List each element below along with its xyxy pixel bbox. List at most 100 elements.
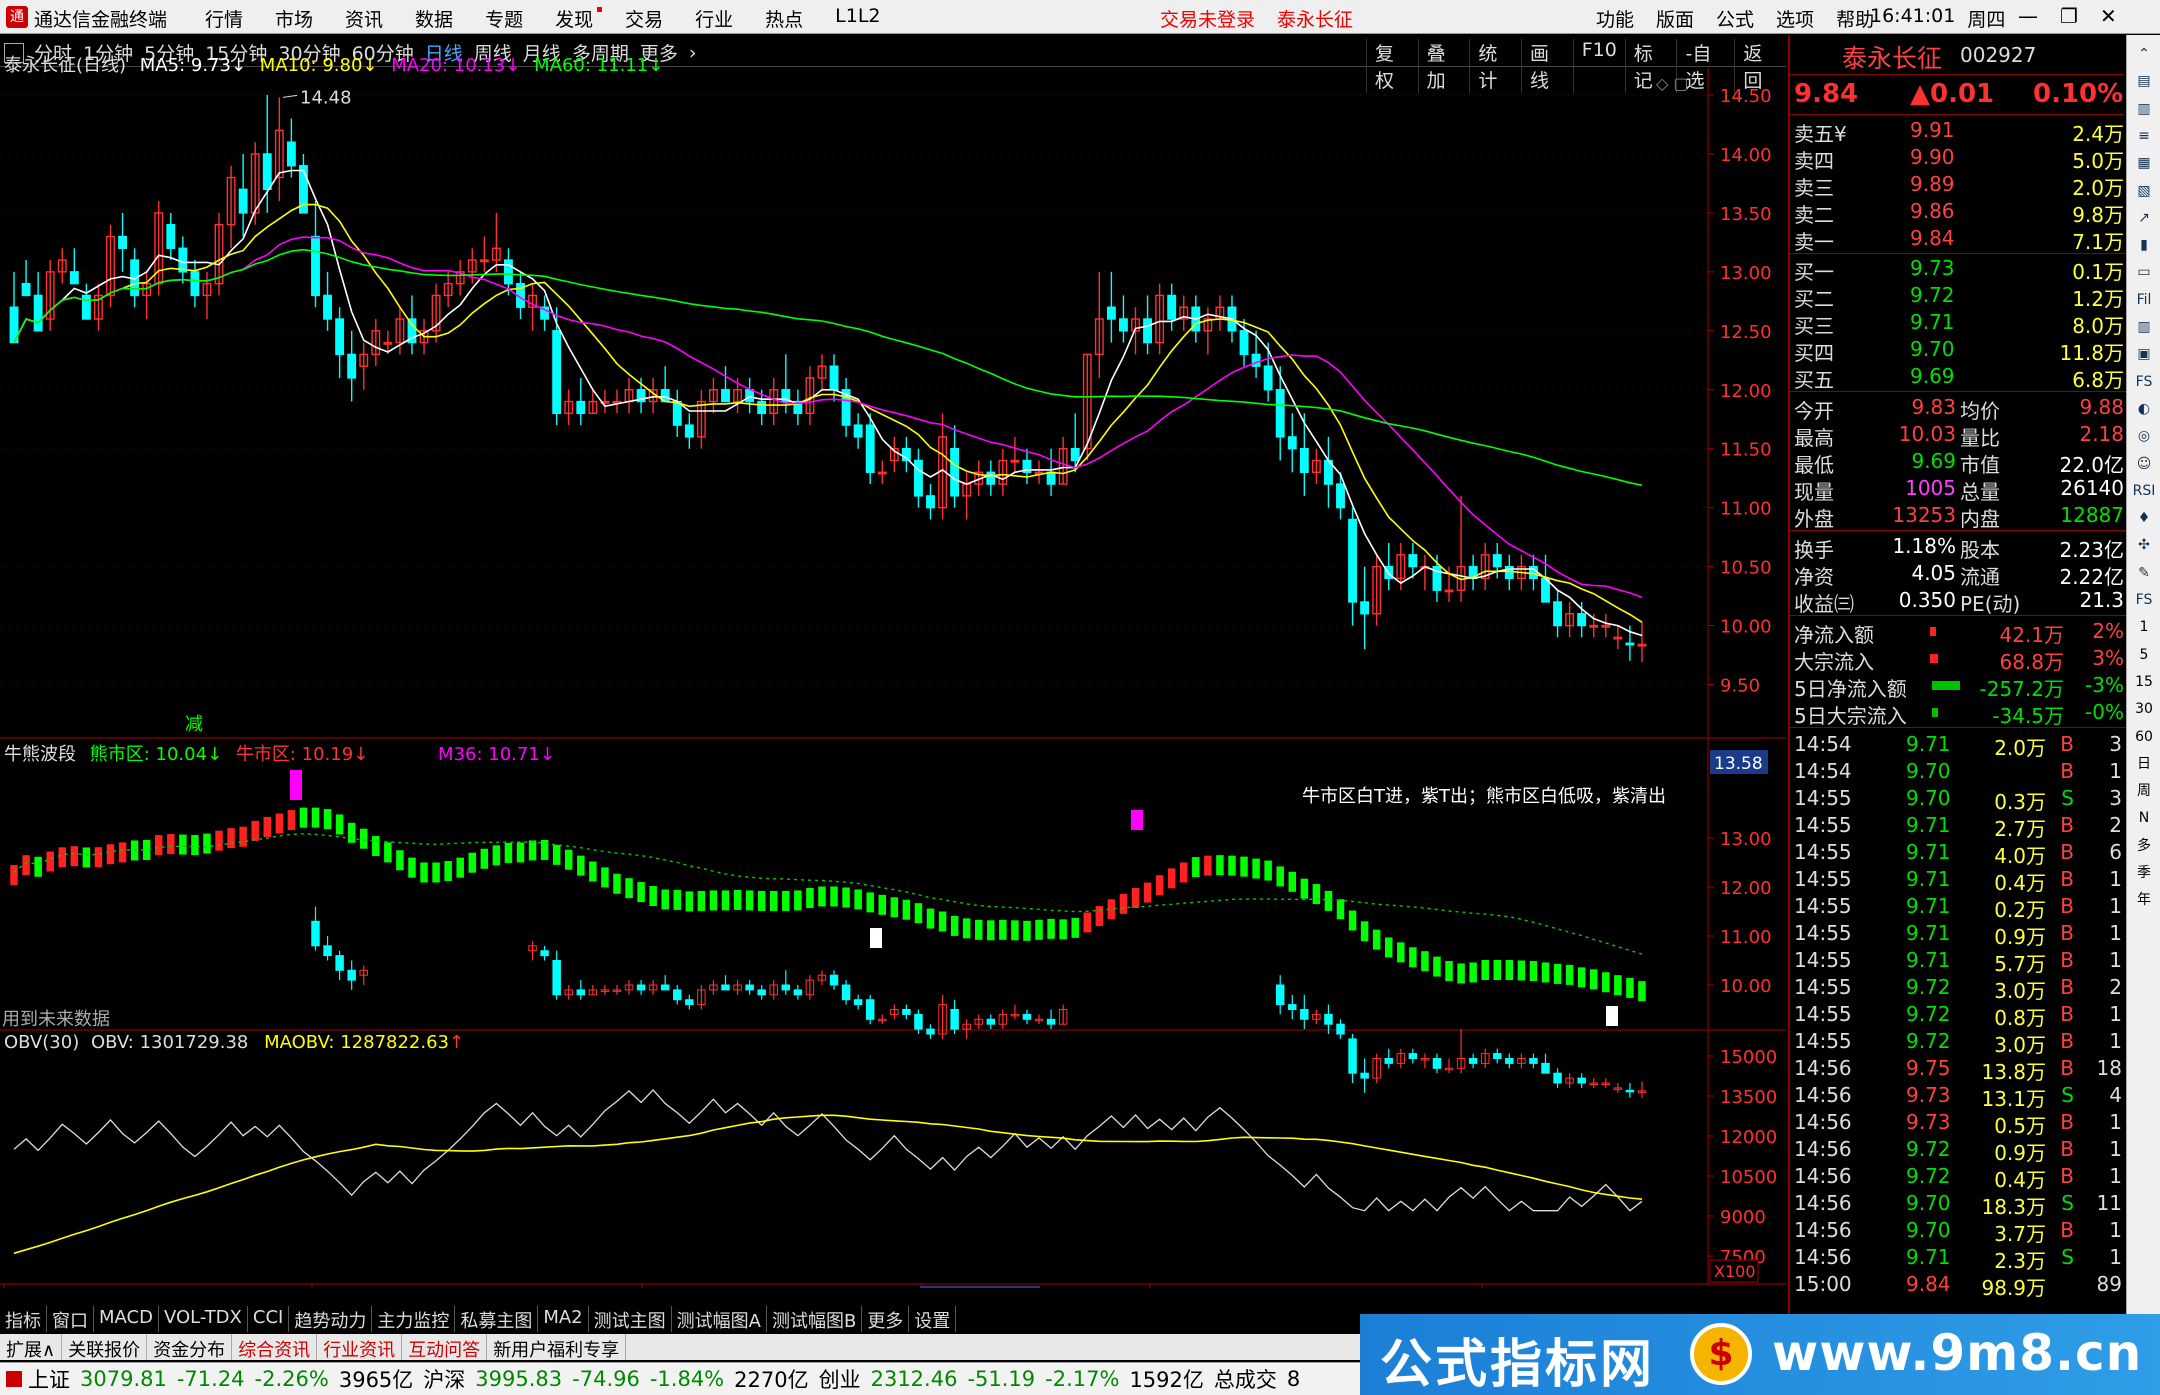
right-menu-item[interactable]: 公式 [1716,5,1754,32]
ma5-label: MA5: 9.73 [139,55,231,76]
menu-item[interactable]: 行情 [205,5,243,32]
tick-row: 14:54 9.71 2.0万 B 3 [1790,731,2126,760]
ask-row-cell: 卖一 [1794,230,1834,254]
tick-row-cell: 1 [2109,1137,2122,1161]
toolstrip-icon[interactable]: ✎ [2132,562,2156,584]
toolstrip-icon[interactable]: ▮ [2132,234,2156,256]
sub-candle-body [673,989,682,1001]
menu-item[interactable]: 热点 [765,5,803,32]
band-bar [1505,960,1514,981]
indicator-tab[interactable]: VOL-TDX [159,1306,248,1332]
toolstrip-icon[interactable]: ⌃ [2132,43,2156,65]
toolstrip-icon[interactable]: ◎ [2132,425,2156,447]
toolstrip-icon[interactable]: FS [2132,371,2156,393]
toolstrip-icon[interactable]: ▥ [2132,98,2156,120]
cy-label[interactable]: 创业 [819,1364,861,1394]
band-bar [769,890,778,911]
more-arrow-icon[interactable]: › [689,42,697,64]
toolstrip-icon[interactable]: 5 [2132,644,2156,666]
toolstrip-icon[interactable]: 60 [2132,726,2156,748]
toolstrip-icon[interactable]: ≡ [2132,125,2156,147]
toolstrip-icon[interactable]: ▤ [2132,70,2156,92]
toolstrip-icon[interactable]: ▦ [2132,152,2156,174]
toolstrip-icon[interactable]: ☺ [2132,453,2156,475]
menu-item[interactable]: L1L2 [835,5,880,32]
chart-area[interactable]: 14.50 14.00 13.50 13.00 12.50 12.00 11.50 11.00… [0,55,1786,1309]
toolstrip-icon[interactable]: ↗ [2132,207,2156,229]
info-tab[interactable]: 行业资讯 [317,1334,403,1361]
right-menu-item[interactable]: 版面 [1656,5,1694,32]
hs-label[interactable]: 沪深 [423,1364,465,1394]
indicator-tab[interactable]: MACD [94,1306,159,1332]
info-tab[interactable]: 关联报价 [62,1334,148,1361]
info-tab[interactable]: 综合资讯 [232,1334,318,1361]
toolstrip-icon[interactable]: N [2132,807,2156,829]
right-menu-item[interactable]: 选项 [1776,5,1814,32]
menu-item[interactable]: 专题 [485,5,523,32]
indicator-tab[interactable]: 指标 [0,1306,47,1332]
indicator-tab[interactable]: 趋势动力 [289,1306,373,1332]
toolstrip-icon[interactable]: 多 [2132,835,2156,857]
minimize-icon[interactable]: — [2018,4,2038,28]
quote-separator [1790,253,2126,254]
toolstrip-icon[interactable]: ♦ [2132,507,2156,529]
flow-row: 净流入额 42.1万 2% [1790,618,2126,647]
indicator-tab[interactable]: 测试幅图B [767,1306,863,1332]
toolstrip-icon[interactable]: 周 [2132,780,2156,802]
indicator-tab[interactable]: 更多 [862,1306,910,1332]
login-notice[interactable]: 交易未登录 [1160,5,1255,32]
toolstrip-icon[interactable]: 季 [2132,862,2156,884]
kline-chart[interactable]: 14.50 14.00 13.50 13.00 12.50 12.00 11.50 11.00… [0,68,1786,1309]
sub-candle-body [1022,1013,1032,1020]
flow-bar [1930,654,1938,663]
info-tab[interactable]: 新用户福利专享 [487,1334,627,1361]
menu-item[interactable]: 发现 [555,5,603,32]
menu-item[interactable]: 行业 [695,5,733,32]
band-bar [118,842,127,863]
menu-item[interactable]: 交易 [625,5,663,32]
tick-row: 14:55 9.72 0.8万 B 1 [1790,1001,2126,1030]
indicator-tab[interactable]: 私募主图 [455,1306,539,1332]
indicator-tab[interactable]: MA2 [538,1306,589,1332]
toolstrip-icon[interactable]: ▥ [2132,316,2156,338]
menu-item[interactable]: 数据 [415,5,453,32]
indicator-tab[interactable]: 窗口 [47,1306,94,1332]
candle-body [323,294,332,320]
band-bar [878,894,887,915]
close-icon[interactable]: ✕ [2100,4,2117,28]
toolstrip-icon[interactable]: RSI [2132,480,2156,502]
indicator-tab[interactable]: 测试幅图A [672,1306,767,1332]
indicator-tab[interactable]: 主力监控 [372,1306,456,1332]
toolstrip-icon[interactable]: ◐ [2132,398,2156,420]
toolstrip-icon[interactable]: ▭ [2132,261,2156,283]
info-tab[interactable]: 扩展∧ [0,1334,63,1361]
tick-row-cell: B [2060,921,2074,945]
band-bar [1264,860,1272,881]
toolstrip-icon[interactable]: 15 [2132,671,2156,693]
menu-item[interactable]: 市场 [275,5,313,32]
info-tab[interactable]: 互动问答 [402,1334,488,1361]
toolstrip-icon[interactable]: 年 [2132,889,2156,911]
restore-icon[interactable]: ❐ [2060,4,2078,28]
current-stock-notice[interactable]: 泰永长征 [1277,5,1353,32]
toolstrip-icon[interactable]: FS [2132,589,2156,611]
toolstrip-icon[interactable]: 1 [2132,616,2156,638]
menu-item[interactable]: 资讯 [345,5,383,32]
right-menu-item[interactable]: 帮助 [1836,5,1874,32]
ask-row-cell: 7.1万 [2072,230,2124,254]
flow-row: 大宗流入 68.8万 3% [1790,645,2126,674]
info-tab[interactable]: 资金分布 [147,1334,233,1361]
band-bar [890,897,899,918]
toolstrip-icon[interactable]: ▣ [2132,343,2156,365]
toolstrip-icon[interactable]: Fil [2132,289,2156,311]
indicator-tab[interactable]: 测试主图 [589,1306,672,1332]
right-menu-item[interactable]: 功能 [1596,5,1634,32]
toolstrip-icon[interactable]: ✣ [2132,534,2156,556]
toolstrip-icon[interactable]: 30 [2132,698,2156,720]
indicator-tab[interactable]: 设置 [909,1306,957,1332]
toolstrip-icon[interactable]: 日 [2132,753,2156,775]
indicator-tab[interactable]: CCI [248,1306,290,1332]
ma20-label: MA20: 10.13 [391,55,506,76]
sh-label[interactable]: 上证 [28,1364,70,1394]
toolstrip-icon[interactable]: ▧ [2132,180,2156,202]
